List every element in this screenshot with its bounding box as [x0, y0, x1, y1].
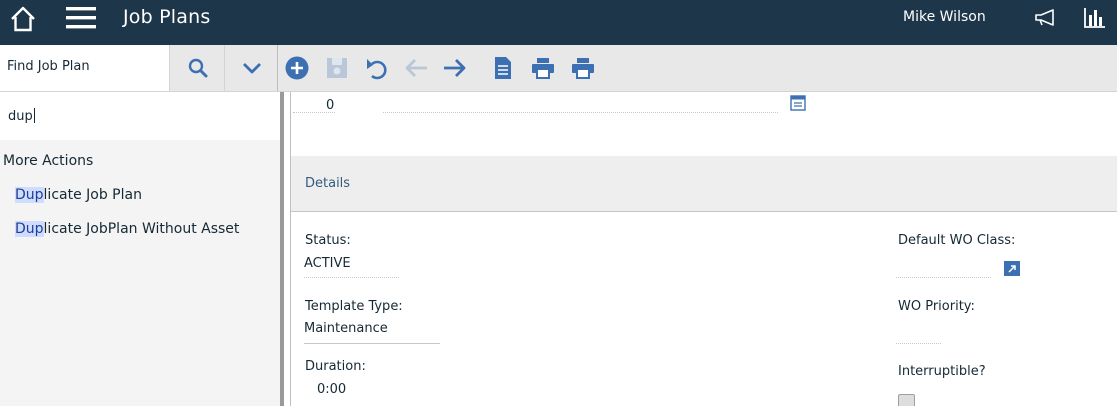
find-job-plan-field[interactable]: Find Job Plan — [0, 45, 170, 91]
main-content: 0 Details Status: ACTIVE Template Type: … — [290, 92, 1117, 406]
duplicate-jobplan-without-asset-action[interactable]: Duplicate JobPlan Without Asset — [15, 221, 239, 237]
previous-icon — [403, 55, 429, 81]
details-section[interactable]: Details — [291, 156, 1117, 212]
undo-icon[interactable] — [364, 55, 390, 81]
external-link-icon[interactable] — [1004, 261, 1020, 276]
chevron-down-icon[interactable] — [226, 45, 278, 91]
wo-priority-label: WO Priority: — [898, 299, 975, 314]
template-type-label: Template Type: — [305, 299, 403, 314]
menu-icon[interactable] — [64, 4, 98, 32]
print-icon[interactable] — [570, 55, 596, 81]
more-actions-panel: dup More Actions Duplicate Job Plan Dupl… — [0, 92, 284, 406]
duration-label: Duration: — [305, 359, 366, 374]
default-wo-class-field[interactable] — [896, 277, 991, 278]
new-record-icon[interactable] — [284, 55, 310, 81]
user-name[interactable]: Mike Wilson — [903, 9, 986, 25]
interruptible-label: Interruptible? — [898, 364, 986, 379]
action-filter-value: dup — [8, 109, 33, 124]
default-wo-class-label: Default WO Class: — [898, 233, 1016, 248]
action-filter-input[interactable]: dup — [0, 92, 280, 140]
save-icon — [324, 55, 350, 81]
document-icon[interactable] — [490, 55, 516, 81]
bullhorn-icon[interactable] — [1033, 8, 1059, 28]
long-description-icon[interactable] — [790, 95, 806, 111]
search-icon[interactable] — [171, 45, 225, 91]
toolbar: Find Job Plan — [0, 45, 1117, 92]
top-value: 0 — [326, 98, 335, 113]
duration-value[interactable]: 0:00 — [317, 382, 346, 397]
duplicate-job-plan-action[interactable]: Duplicate Job Plan — [15, 187, 142, 203]
next-icon[interactable] — [442, 55, 468, 81]
wo-priority-field[interactable] — [896, 343, 941, 344]
app-title: Job Plans — [123, 6, 211, 28]
print-icon[interactable] — [530, 55, 556, 81]
app-header: Job Plans Mike Wilson — [0, 0, 1117, 45]
template-type-value: Maintenance — [304, 321, 388, 336]
interruptible-checkbox[interactable] — [898, 394, 915, 406]
details-section-title: Details — [305, 176, 351, 191]
bar-chart-icon[interactable] — [1083, 6, 1107, 30]
more-actions-heading: More Actions — [3, 153, 94, 169]
status-value: ACTIVE — [304, 256, 351, 271]
status-label: Status: — [305, 233, 351, 248]
find-job-plan-label: Find Job Plan — [7, 59, 90, 74]
home-icon[interactable] — [7, 4, 39, 34]
